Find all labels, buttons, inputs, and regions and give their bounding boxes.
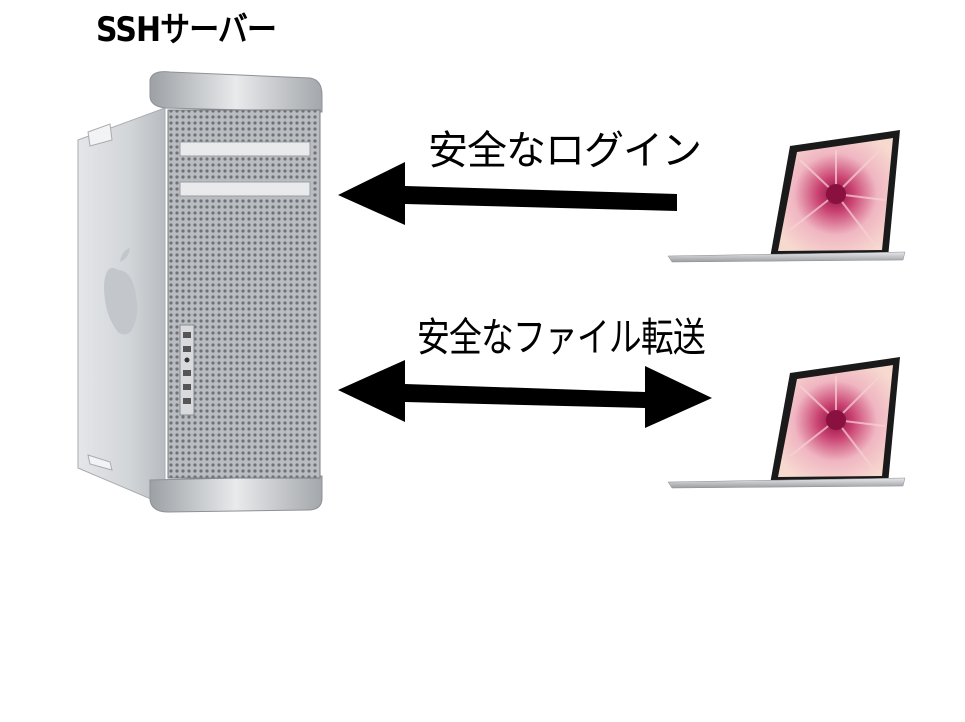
laptop-icon-2: [667, 357, 906, 489]
laptop-icon-1: [667, 130, 906, 263]
arrow-file-transfer: [338, 360, 712, 428]
diagram-canvas: [77, 71, 906, 513]
server-icon: [77, 71, 323, 513]
arrow-login: [338, 162, 677, 225]
